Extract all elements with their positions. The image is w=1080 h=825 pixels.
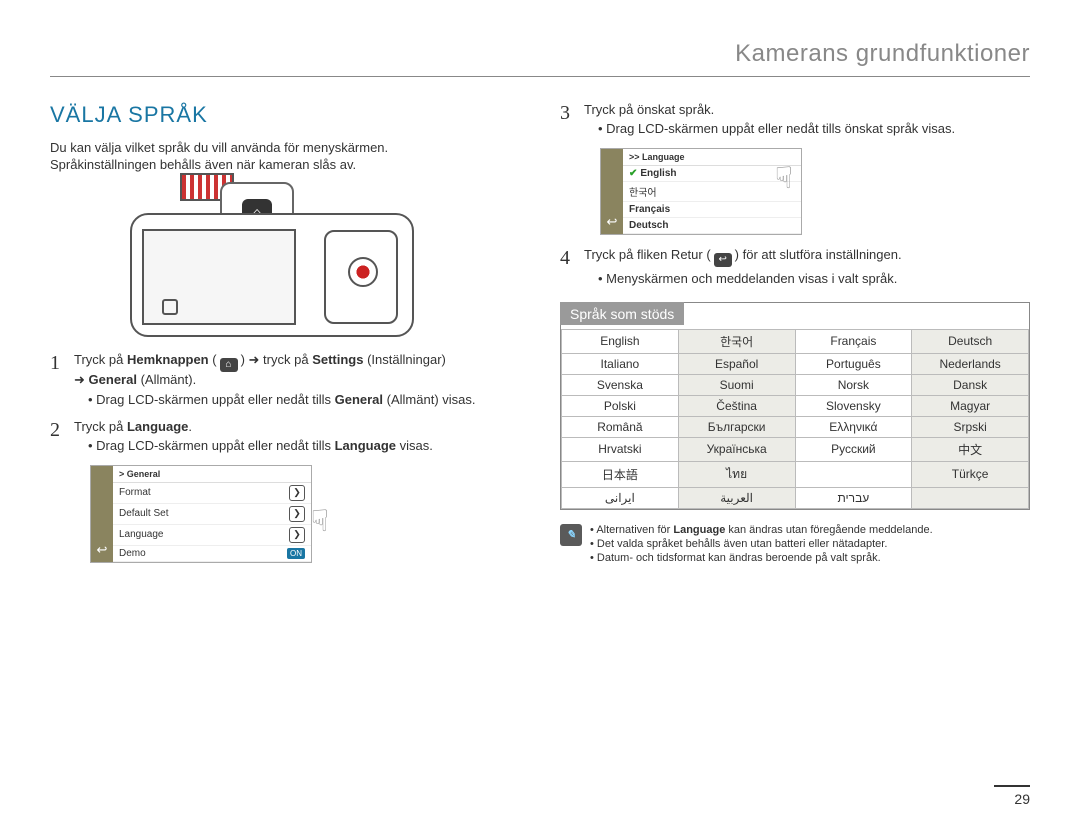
language-cell: Українська (678, 437, 795, 461)
language-cell: Čeština (678, 395, 795, 416)
language-cell: Русский (795, 437, 912, 461)
supported-languages-table: English한국어FrançaisDeutsch ItalianoEspañol… (561, 329, 1029, 509)
step-1-bullet: Drag LCD-skärmen uppåt eller nedåt tills… (88, 392, 520, 407)
step-3-bullet: Drag LCD-skärmen uppåt eller nedåt tills… (598, 121, 1030, 136)
camera-home-button (162, 299, 178, 315)
menu-item-language[interactable]: Language ❯ (113, 525, 311, 546)
chevron-right-icon: ❯ (289, 485, 305, 501)
page-header-title: Kamerans grundfunktioner (50, 40, 1030, 77)
camera-lcd-screen (142, 229, 296, 325)
touch-hand-icon: ☟ (311, 504, 329, 539)
note-item: Datum- och tidsformat kan ändras beroend… (590, 552, 933, 564)
supported-languages-title: Språk som stöds (560, 302, 684, 325)
step-number: 3 (560, 102, 584, 136)
menu-item-demo[interactable]: Demo ON (113, 546, 311, 562)
language-cell: 中文 (912, 437, 1029, 461)
step-1: 1 Tryck på Hemknappen (⌂) ➜ tryck på Set… (50, 352, 520, 407)
language-cell (912, 487, 1029, 508)
language-cell: Norsk (795, 374, 912, 395)
language-cell: Suomi (678, 374, 795, 395)
chevron-right-icon: ❯ (289, 527, 305, 543)
menu-item-default-set[interactable]: Default Set ❯ (113, 504, 311, 525)
menu-header: > General (113, 466, 311, 483)
language-cell: Dansk (912, 374, 1029, 395)
language-cell: 日本語 (562, 461, 679, 487)
language-cell: Türkçe (912, 461, 1029, 487)
section-title: VÄLJA SPRÅK (50, 102, 520, 128)
on-badge: ON (287, 548, 305, 559)
step-3: 3 Tryck på önskat språk. Drag LCD-skärme… (560, 102, 1030, 136)
step-number: 2 (50, 419, 74, 453)
right-column: 3 Tryck på önskat språk. Drag LCD-skärme… (560, 102, 1030, 566)
language-cell: Български (678, 416, 795, 437)
language-cell: עברית (795, 487, 912, 508)
language-cell: 한국어 (678, 329, 795, 353)
language-cell: English (562, 329, 679, 353)
language-cell: Italiano (562, 353, 679, 374)
language-cell: Ελληνικά (795, 416, 912, 437)
touch-hand-icon: ☟ (775, 161, 793, 196)
language-cell: Deutsch (912, 329, 1029, 353)
language-cell: Français (795, 329, 912, 353)
general-menu-screenshot: ↩ > General Format ❯ Default Set ❯ Langu… (90, 465, 312, 563)
left-column: VÄLJA SPRÅK Du kan välja vilket språk du… (50, 102, 520, 566)
check-icon: ✔ (629, 168, 637, 179)
language-cell: Español (678, 353, 795, 374)
step-4-bullet: Menyskärmen och meddelanden visas i valt… (598, 271, 1030, 286)
language-cell: Português (795, 353, 912, 374)
step-4: 4 Tryck på fliken Retur (↩) för att slut… (560, 247, 1030, 286)
language-cell: ไทย (678, 461, 795, 487)
language-cell: Magyar (912, 395, 1029, 416)
chevron-right-icon: ❯ (289, 506, 305, 522)
note-item: Det valda språket behålls även utan batt… (590, 538, 933, 550)
language-menu-screenshot: ↩ >> Language ✔English 한국어 Français Deut… (600, 148, 802, 235)
language-cell: Svenska (562, 374, 679, 395)
camera-body (130, 213, 414, 337)
step-number: 4 (560, 247, 584, 286)
language-cell: العربية (678, 487, 795, 508)
menu-item-format[interactable]: Format ❯ (113, 483, 311, 504)
home-icon: ⌂ (220, 358, 238, 372)
language-cell: ایرانی (562, 487, 679, 508)
page-number: 29 (994, 785, 1030, 807)
language-cell: Română (562, 416, 679, 437)
note-item: Alternativen för Language kan ändras uta… (590, 524, 933, 536)
step-2: 2 Tryck på Language. Drag LCD-skärmen up… (50, 419, 520, 453)
note-block: ✎ Alternativen för Language kan ändras u… (560, 524, 1030, 566)
intro-line1: Du kan välja vilket språk du vill använd… (50, 140, 520, 155)
return-icon: ↩ (714, 253, 732, 267)
language-cell: Polski (562, 395, 679, 416)
menu-return-tab[interactable]: ↩ (91, 466, 113, 562)
language-cell (795, 461, 912, 487)
menu-return-tab[interactable]: ↩ (601, 149, 623, 234)
camera-record-button (348, 257, 378, 287)
language-cell: Slovensky (795, 395, 912, 416)
step-2-bullet: Drag LCD-skärmen uppåt eller nedåt tills… (88, 438, 520, 453)
intro-line2: Språkinställningen behålls även när kame… (50, 157, 520, 172)
language-cell: Hrvatski (562, 437, 679, 461)
language-cell: Nederlands (912, 353, 1029, 374)
language-option-francais[interactable]: Français (623, 202, 801, 218)
intro-block: Du kan välja vilket språk du vill använd… (50, 140, 520, 172)
supported-languages-box: Språk som stöds English한국어FrançaisDeutsc… (560, 302, 1030, 510)
note-icon: ✎ (560, 524, 582, 546)
language-cell: Srpski (912, 416, 1029, 437)
step-number: 1 (50, 352, 74, 407)
camera-illustration: ⌂ (110, 187, 430, 337)
language-option-deutsch[interactable]: Deutsch (623, 218, 801, 234)
